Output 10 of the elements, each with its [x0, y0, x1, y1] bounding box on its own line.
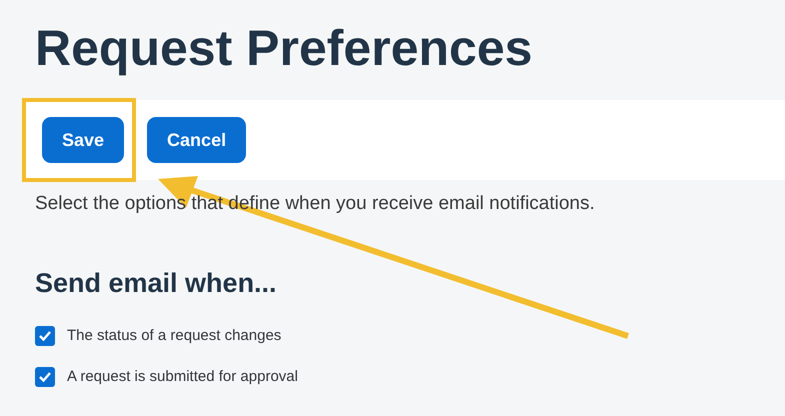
page-title: Request Preferences [35, 19, 532, 78]
option-label: The status of a request changes [67, 326, 282, 346]
action-button[interactable]: Cancel [147, 117, 246, 163]
checkmark-icon [38, 329, 52, 344]
section-heading: Send email when... [35, 266, 277, 300]
checkbox[interactable] [35, 366, 55, 387]
checkbox[interactable] [35, 326, 55, 346]
checkmark-icon [38, 370, 52, 384]
option-label: A request is submitted for approval [67, 366, 298, 386]
action-button[interactable]: Save [42, 117, 124, 163]
